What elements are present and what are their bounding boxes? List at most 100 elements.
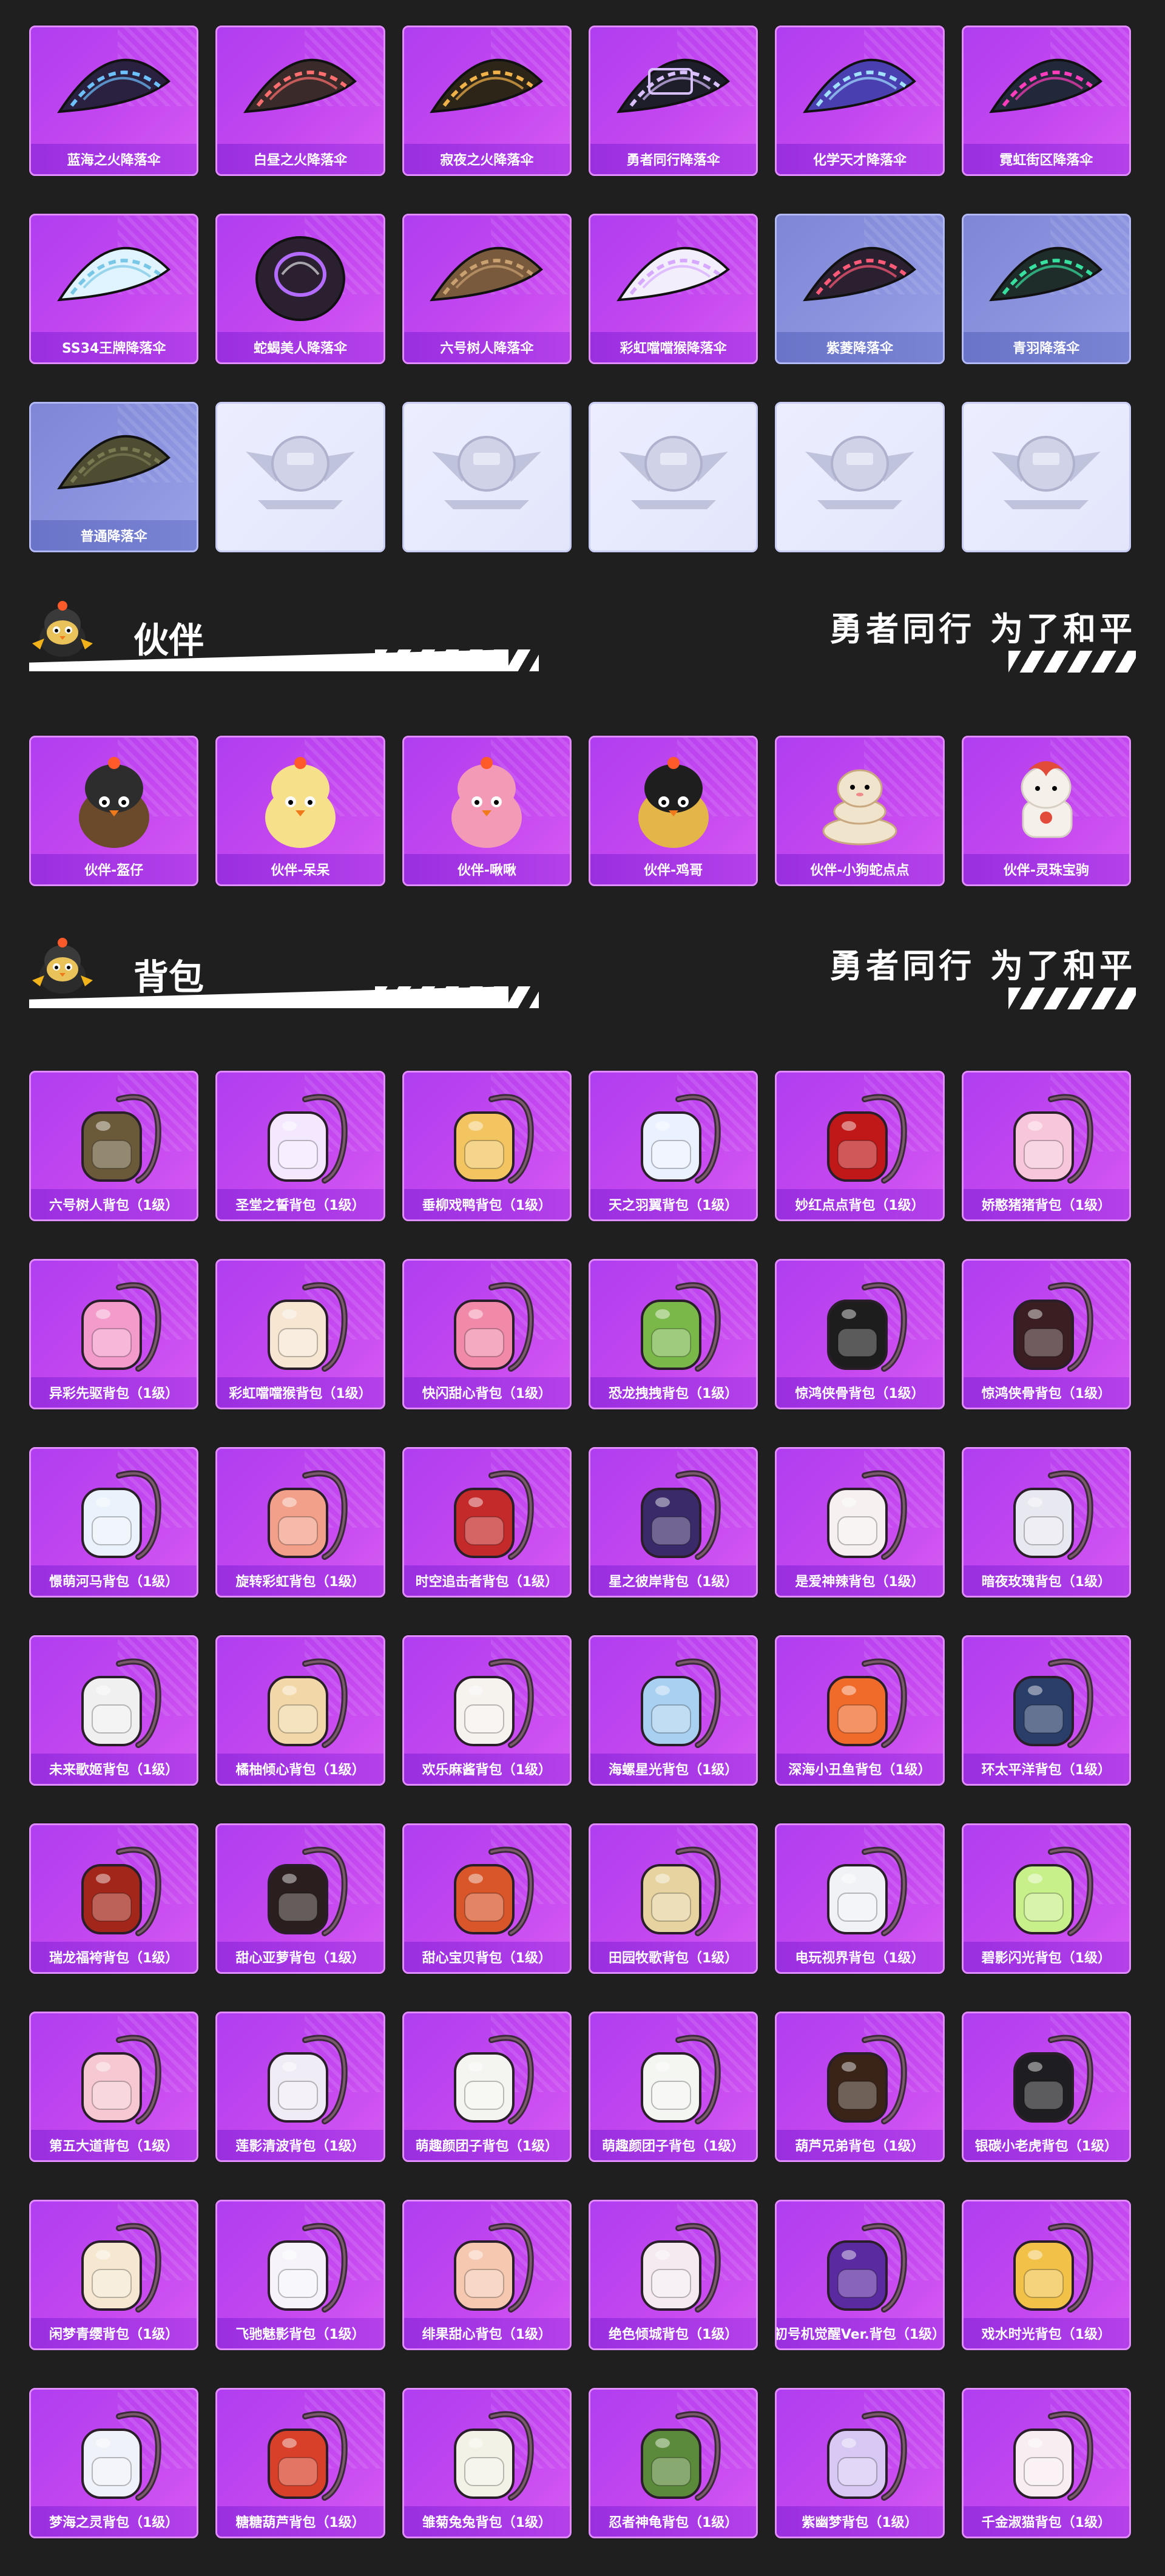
backpack-card[interactable]: 绝色倾城背包（1级） [588, 2200, 758, 2350]
backpack-card[interactable]: 惊鸿侠骨背包（1级） [961, 1259, 1131, 1409]
backpack-icon [964, 1834, 1129, 1943]
backpack-icon [777, 2022, 942, 2131]
backpack-card[interactable]: 雏菊兔兔背包（1级） [402, 2388, 572, 2538]
backpack-card[interactable]: 银碳小老虎背包（1级） [961, 2012, 1131, 2162]
backpack-card[interactable]: 萌趣颜团子背包（1级） [402, 2012, 572, 2162]
backpack-card[interactable]: 糖糖葫芦背包（1级） [215, 2388, 385, 2538]
backpack-card[interactable]: 憬萌河马背包（1级） [29, 1447, 199, 1598]
backpack-card[interactable]: 闲梦青缨背包（1级） [29, 2200, 199, 2350]
backpack-card[interactable]: 第五大道背包（1级） [29, 2012, 199, 2162]
backpack-card[interactable]: 绯果甜心背包（1级） [402, 2200, 572, 2350]
partner-grid: 伙伴-盔仔 伙伴-呆呆 伙伴-啾啾 伙伴-鸡哥 伙伴-小狗蛇点点 伙伴-灵珠宝驹 [29, 736, 1131, 924]
parachute-card[interactable]: 化学天才降落伞 [775, 25, 945, 176]
backpack-card[interactable]: 未来歌姬背包（1级） [29, 1635, 199, 1786]
item-row: 憬萌河马背包（1级） 旋转彩虹背包（1级） 时空追击者背包（1级） 星之彼岸背包… [29, 1447, 1131, 1598]
item-label: 橘柚倾心背包（1级） [217, 1754, 383, 1784]
parachute-card[interactable]: 蓝海之火降落伞 [29, 25, 199, 176]
backpack-card[interactable]: 萌趣颜团子背包（1级） [588, 2012, 758, 2162]
backpack-card[interactable]: 时空追击者背包（1级） [402, 1447, 572, 1598]
backpack-card[interactable]: 是爱神辣背包（1级） [775, 1447, 945, 1598]
parachute-card[interactable]: 彩虹噹噹猴降落伞 [588, 214, 758, 364]
backpack-card[interactable]: 欢乐麻酱背包（1级） [402, 1635, 572, 1786]
backpack-card[interactable]: 戏水时光背包（1级） [961, 2200, 1131, 2350]
backpack-card[interactable]: 甜心亚萝背包（1级） [215, 1823, 385, 1974]
partner-card[interactable]: 伙伴-呆呆 [215, 736, 385, 886]
backpack-card[interactable]: 电玩视界背包（1级） [775, 1823, 945, 1974]
parachute-icon [404, 224, 570, 333]
backpack-card[interactable]: 恐龙拽拽背包（1级） [588, 1259, 758, 1409]
item-row: SS34王牌降落伞 蛇蝎美人降落伞 六号树人降落伞 彩虹噹噹猴降落伞 紫菱降落伞… [29, 214, 1131, 364]
backpack-card[interactable]: 海螺星光背包（1级） [588, 1635, 758, 1786]
backpack-card[interactable]: 飞驰魅影背包（1级） [215, 2200, 385, 2350]
parachute-card[interactable]: 紫菱降落伞 [775, 214, 945, 364]
backpack-card[interactable]: 葫芦兄弟背包（1级） [775, 2012, 945, 2162]
item-label: 葫芦兄弟背包（1级） [777, 2130, 943, 2160]
pony-icon [964, 746, 1129, 855]
backpack-card[interactable]: 妙红点点背包（1级） [775, 1071, 945, 1221]
backpack-card[interactable]: 橘柚倾心背包（1级） [215, 1635, 385, 1786]
locked-emblem-icon [217, 412, 383, 521]
parachute-card[interactable]: 普通降落伞 [29, 402, 199, 552]
backpack-icon [217, 2022, 383, 2131]
backpack-card[interactable]: 千金淑猫背包（1级） [961, 2388, 1131, 2538]
backpack-icon [217, 1457, 383, 1567]
backpack-card[interactable]: 星之彼岸背包（1级） [588, 1447, 758, 1598]
item-label: 时空追击者背包（1级） [404, 1565, 570, 1596]
backpack-card[interactable]: 莲影清波背包（1级） [215, 2012, 385, 2162]
item-label: 勇者同行降落伞 [590, 144, 757, 174]
backpack-card[interactable]: 垂柳戏鸭背包（1级） [402, 1071, 572, 1221]
backpack-card[interactable]: 瑞龙福袴背包（1级） [29, 1823, 199, 1974]
item-label: 彩虹噹噹猴降落伞 [590, 332, 757, 362]
backpack-icon [777, 1081, 942, 1190]
parachute-card[interactable]: 蛇蝎美人降落伞 [215, 214, 385, 364]
parachute-icon [777, 224, 942, 333]
backpack-icon [964, 1081, 1129, 1190]
parachute-card[interactable]: 勇者同行降落伞 [588, 25, 758, 176]
backpack-card[interactable]: 环太平洋背包（1级） [961, 1635, 1131, 1786]
backpack-icon [404, 2210, 570, 2319]
backpack-card[interactable]: 六号树人背包（1级） [29, 1071, 199, 1221]
backpack-card[interactable]: 旋转彩虹背包（1级） [215, 1447, 385, 1598]
backpack-card[interactable]: 彩虹噹噹猴背包（1级） [215, 1259, 385, 1409]
item-label: 莲影清波背包（1级） [217, 2130, 383, 2160]
backpack-icon [964, 2210, 1129, 2319]
backpack-card[interactable]: 初号机觉醒Ver.背包（1级） [775, 2200, 945, 2350]
backpack-card[interactable]: 天之羽翼背包（1级） [588, 1071, 758, 1221]
item-label: 化学天才降落伞 [777, 144, 943, 174]
backpack-icon [777, 1646, 942, 1755]
partner-card[interactable]: 伙伴-鸡哥 [588, 736, 758, 886]
parachute-card[interactable]: 寂夜之火降落伞 [402, 25, 572, 176]
partner-card[interactable]: 伙伴-小狗蛇点点 [775, 736, 945, 886]
empty-slot-card [588, 402, 758, 552]
backpack-card[interactable]: 异彩先驱背包（1级） [29, 1259, 199, 1409]
backpack-icon [777, 2210, 942, 2319]
partner-card[interactable]: 伙伴-灵珠宝驹 [961, 736, 1131, 886]
item-label: 海螺星光背包（1级） [590, 1754, 757, 1784]
backpack-card[interactable]: 田园牧歌背包（1级） [588, 1823, 758, 1974]
parachute-card[interactable]: 白昼之火降落伞 [215, 25, 385, 176]
parachute-icon [217, 224, 383, 333]
backpack-card[interactable]: 紫幽梦背包（1级） [775, 2388, 945, 2538]
parachute-icon [31, 36, 197, 145]
parachute-card[interactable]: 六号树人降落伞 [402, 214, 572, 364]
backpack-card[interactable]: 碧影闪光背包（1级） [961, 1823, 1131, 1974]
backpack-card[interactable]: 圣堂之誓背包（1级） [215, 1071, 385, 1221]
item-label: 伙伴-呆呆 [217, 854, 383, 884]
backpack-card[interactable]: 忍者神龟背包（1级） [588, 2388, 758, 2538]
backpack-card[interactable]: 娇憨猪猪背包（1级） [961, 1071, 1131, 1221]
backpack-card[interactable]: 甜心宝贝背包（1级） [402, 1823, 572, 1974]
parachute-card[interactable]: SS34王牌降落伞 [29, 214, 199, 364]
backpack-card[interactable]: 快闪甜心背包（1级） [402, 1259, 572, 1409]
parachute-card[interactable]: 青羽降落伞 [961, 214, 1131, 364]
backpack-card[interactable]: 暗夜玫瑰背包（1级） [961, 1447, 1131, 1598]
partner-card[interactable]: 伙伴-盔仔 [29, 736, 199, 886]
item-row: 未来歌姬背包（1级） 橘柚倾心背包（1级） 欢乐麻酱背包（1级） 海螺星光背包（… [29, 1635, 1131, 1786]
backpack-card[interactable]: 深海小丑鱼背包（1级） [775, 1635, 945, 1786]
item-label: 蛇蝎美人降落伞 [217, 332, 383, 362]
backpack-card[interactable]: 惊鸿侠骨背包（1级） [775, 1259, 945, 1409]
backpack-card[interactable]: 梦海之灵背包（1级） [29, 2388, 199, 2538]
item-label: 伙伴-小狗蛇点点 [777, 854, 943, 884]
item-label: 瑞龙福袴背包（1级） [31, 1942, 197, 1972]
partner-card[interactable]: 伙伴-啾啾 [402, 736, 572, 886]
parachute-card[interactable]: 霓虹街区降落伞 [961, 25, 1131, 176]
